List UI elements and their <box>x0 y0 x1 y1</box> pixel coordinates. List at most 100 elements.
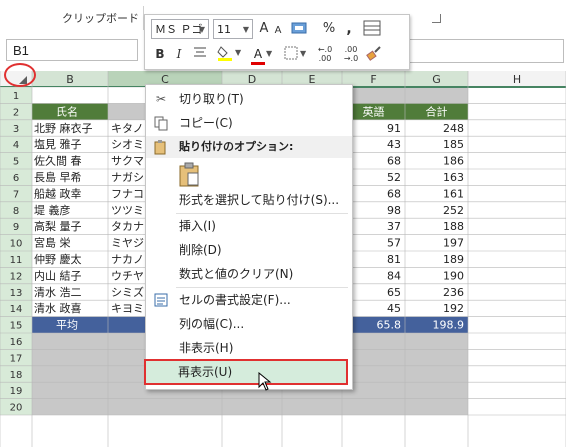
cell-name: 北野 麻衣子 <box>34 121 93 135</box>
shrink-font-button[interactable]: A <box>272 21 284 41</box>
scissors-icon: ✂ <box>155 92 167 106</box>
menu-item-cut-label: 切り取り(T) <box>179 92 244 106</box>
svg-text:▼: ▼ <box>235 48 242 57</box>
italic-button[interactable]: I <box>173 44 185 64</box>
row-header-11: 11 <box>10 255 23 266</box>
average-english: 65.8 <box>377 319 402 332</box>
merge-center-icon[interactable] <box>363 19 381 39</box>
cell-kana: シミズ <box>111 285 144 299</box>
cell-english: 45 <box>387 302 401 315</box>
number-format-icon[interactable] <box>289 19 311 39</box>
context-menu: ✂ 切り取り(T) コピー(C) 貼り付けのオプション: 形式を選択して貼り付け… <box>145 84 353 390</box>
format-painter-icon[interactable] <box>365 44 383 64</box>
row-header-19: 19 <box>10 386 23 397</box>
column-header-H: H <box>513 73 521 86</box>
chevron-down-icon: ▼ <box>198 25 205 34</box>
name-box[interactable]: B1 <box>6 39 138 61</box>
cell-name: 高梨 量子 <box>34 219 82 233</box>
cell-name: 塩見 雅子 <box>34 137 82 151</box>
cell-total: 188 <box>443 220 464 233</box>
row-header-14: 14 <box>10 304 23 315</box>
menu-item-insert-label: 挿入(I) <box>179 219 216 233</box>
borders-icon[interactable]: ▼ <box>283 44 309 64</box>
fill-color-icon[interactable]: ▼ <box>215 44 245 64</box>
percent-style-button[interactable]: % <box>321 19 337 39</box>
align-center-icon[interactable] <box>191 44 209 64</box>
row-header-2: 2 <box>13 107 19 118</box>
menu-item-paste-special-label: 形式を選択して貼り付け(S)... <box>179 193 340 207</box>
row-header-8: 8 <box>13 206 19 217</box>
font-name-value: ＭＳ Ｐゴ <box>155 23 203 36</box>
menu-item-cut[interactable]: ✂ 切り取り(T) <box>146 88 352 110</box>
menu-item-hide[interactable]: 非表示(H) <box>146 337 352 359</box>
cell-english: 91 <box>387 122 401 135</box>
column-header-G: G <box>432 73 441 86</box>
bold-button[interactable]: B <box>153 44 167 64</box>
cell-kana: ナカノ <box>111 253 144 266</box>
cell-name: 清水 政喜 <box>34 301 82 315</box>
paste-clipboard-icon[interactable] <box>178 162 202 188</box>
row-header-10: 10 <box>10 239 23 250</box>
paste-options-header: 貼り付けのオプション: <box>146 136 352 158</box>
cell-english: 37 <box>387 220 401 233</box>
paste-options-label: 貼り付けのオプション: <box>179 140 294 153</box>
menu-item-insert[interactable]: 挿入(I) <box>146 215 352 237</box>
menu-item-unhide-label: 再表示(U) <box>178 365 233 379</box>
average-total: 198.9 <box>433 319 465 332</box>
menu-divider <box>176 287 348 288</box>
row-header-1: 1 <box>13 91 19 102</box>
menu-item-paste-special[interactable]: 形式を選択して貼り付け(S)... <box>146 189 352 211</box>
cell-name: 内山 結子 <box>34 268 82 282</box>
format-cells-icon <box>153 292 169 308</box>
svg-text:▼: ▼ <box>300 49 307 58</box>
paste-icon <box>153 139 169 163</box>
row-header-6: 6 <box>13 173 19 184</box>
cell-total: 236 <box>443 286 464 299</box>
cell-english: 52 <box>387 171 401 184</box>
cell-total: 189 <box>443 253 464 266</box>
cell-total: 190 <box>443 269 464 282</box>
row-header-9: 9 <box>13 222 19 233</box>
cell-english: 43 <box>387 138 401 151</box>
cell-kana: サクマ <box>111 155 144 168</box>
formula-input[interactable] <box>406 39 564 63</box>
dialog-launcher-icon[interactable] <box>432 14 441 23</box>
font-size-box[interactable]: 11 ▼ <box>213 19 253 39</box>
menu-item-format-cells[interactable]: セルの書式設定(F)... <box>146 289 352 311</box>
row-header-13: 13 <box>10 288 23 299</box>
decrease-decimal-button[interactable]: .00 →.0 <box>341 45 361 65</box>
cell-name: 佐久間 春 <box>34 154 82 168</box>
column-header-B: B <box>66 73 74 86</box>
row-header-7: 7 <box>13 189 19 200</box>
cell-total: 185 <box>443 138 464 151</box>
menu-item-clear-contents[interactable]: 数式と値のクリア(N) <box>146 263 352 285</box>
menu-item-clear-contents-label: 数式と値のクリア(N) <box>179 267 294 281</box>
cell-kana: ウチヤ <box>111 269 144 282</box>
header-name-label: 氏名 <box>56 104 78 118</box>
grow-font-button[interactable]: A <box>257 19 271 39</box>
font-name-box[interactable]: ＭＳ Ｐゴ ▼ <box>151 19 209 39</box>
menu-item-unhide[interactable]: 再表示(U) <box>144 359 348 385</box>
cell-kana: キタノ <box>111 122 144 135</box>
row-header-4: 4 <box>13 140 19 151</box>
cell-kana: ツツミ <box>111 204 144 217</box>
menu-item-column-width[interactable]: 列の幅(C)... <box>146 313 352 335</box>
menu-item-format-cells-label: セルの書式設定(F)... <box>179 293 291 307</box>
cell-english: 57 <box>387 237 401 250</box>
menu-item-delete[interactable]: 削除(D) <box>146 239 352 261</box>
menu-item-hide-label: 非表示(H) <box>179 341 234 355</box>
header-total-label: 合計 <box>426 104 448 118</box>
cell-total: 163 <box>443 171 464 184</box>
menu-item-copy[interactable]: コピー(C) <box>146 112 352 134</box>
cell-name: 堤 義彦 <box>34 203 71 217</box>
select-all-callout <box>4 63 36 87</box>
cell-total: 186 <box>443 155 464 168</box>
row-header-20: 20 <box>10 403 23 414</box>
font-color-button[interactable]: A <box>251 44 265 64</box>
row-header-18: 18 <box>10 370 23 381</box>
comma-style-button[interactable]: , <box>343 19 355 39</box>
header-english-label: 英語 <box>363 104 385 118</box>
row-header-16: 16 <box>10 337 23 348</box>
increase-decimal-button[interactable]: ←.0 .00 <box>315 45 335 65</box>
cell-english: 68 <box>387 155 401 168</box>
